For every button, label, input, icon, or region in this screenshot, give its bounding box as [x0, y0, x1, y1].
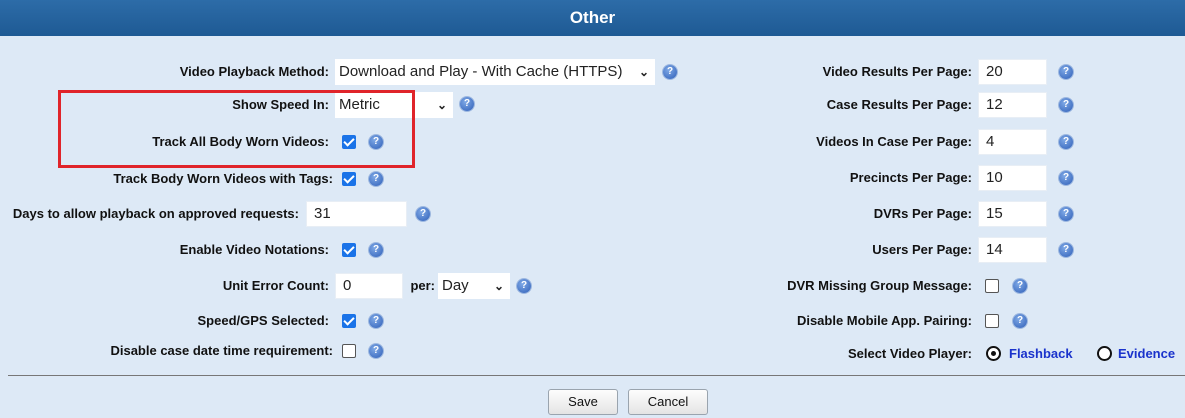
disable-case-date-label: Disable case date time requirement:: [110, 343, 333, 358]
help-icon[interactable]: ?: [1059, 98, 1073, 112]
help-icon[interactable]: ?: [369, 135, 383, 149]
days-playback-input[interactable]: 31: [306, 201, 407, 227]
dvrs-label: DVRs Per Page:: [873, 206, 972, 221]
disable-mobile-pairing-label: Disable Mobile App. Pairing:: [796, 313, 972, 328]
radio-flashback-label[interactable]: Flashback: [1009, 341, 1073, 367]
dvr-missing-group-checkbox[interactable]: [985, 279, 999, 293]
chevron-down-icon: ⌄: [436, 98, 447, 112]
dvrs-input[interactable]: 15: [978, 201, 1047, 227]
speed-gps-checkbox[interactable]: [342, 314, 356, 328]
unit-error-count-input[interactable]: 0: [335, 273, 403, 299]
radio-evidence-label[interactable]: Evidence: [1118, 341, 1175, 367]
dvr-missing-group-label: DVR Missing Group Message:: [787, 278, 972, 293]
disable-mobile-pairing-checkbox[interactable]: [985, 314, 999, 328]
help-icon[interactable]: ?: [1013, 279, 1027, 293]
help-icon[interactable]: ?: [369, 243, 383, 257]
videos-in-case-label: Videos In Case Per Page:: [816, 134, 972, 149]
help-icon[interactable]: ?: [369, 172, 383, 186]
per-value: Day: [442, 277, 469, 294]
videos-in-case-input[interactable]: 4: [978, 129, 1047, 155]
help-icon[interactable]: ?: [1059, 243, 1073, 257]
divider: [8, 375, 1185, 376]
help-icon[interactable]: ?: [1059, 171, 1073, 185]
cancel-button[interactable]: Cancel: [628, 389, 708, 415]
per-label: per:: [410, 278, 435, 293]
track-all-bwv-label: Track All Body Worn Videos:: [152, 134, 329, 149]
precincts-input[interactable]: 10: [978, 165, 1047, 191]
video-results-label: Video Results Per Page:: [822, 64, 972, 79]
help-icon[interactable]: ?: [460, 97, 474, 111]
users-input[interactable]: 14: [978, 237, 1047, 263]
help-icon[interactable]: ?: [663, 65, 677, 79]
section-title: Other: [569, 8, 616, 27]
help-icon[interactable]: ?: [416, 207, 430, 221]
unit-error-count-label: Unit Error Count:: [222, 278, 329, 293]
days-playback-label: Days to allow playback on approved reque…: [12, 206, 299, 221]
radio-evidence[interactable]: [1097, 346, 1112, 361]
select-player-label: Select Video Player:: [847, 346, 972, 361]
help-icon[interactable]: ?: [1013, 314, 1027, 328]
help-icon[interactable]: ?: [369, 314, 383, 328]
radio-flashback[interactable]: [986, 346, 1001, 361]
help-icon[interactable]: ?: [1059, 135, 1073, 149]
disable-case-date-checkbox[interactable]: [342, 344, 356, 358]
chevron-down-icon: ⌄: [638, 65, 649, 79]
per-select[interactable]: Day ⌄: [438, 273, 510, 299]
video-playback-method-value: Download and Play - With Cache (HTTPS): [339, 63, 623, 80]
track-bwv-tags-checkbox[interactable]: [342, 172, 356, 186]
chevron-down-icon: ⌄: [493, 279, 504, 293]
video-playback-method-select[interactable]: Download and Play - With Cache (HTTPS) ⌄: [335, 59, 655, 85]
help-icon[interactable]: ?: [1059, 65, 1073, 79]
video-results-input[interactable]: 20: [978, 59, 1047, 85]
video-playback-method-label: Video Playback Method:: [179, 64, 329, 79]
track-bwv-tags-label: Track Body Worn Videos with Tags:: [113, 171, 333, 186]
users-label: Users Per Page:: [872, 242, 972, 257]
help-icon[interactable]: ?: [369, 344, 383, 358]
precincts-label: Precincts Per Page:: [849, 170, 972, 185]
case-results-input[interactable]: 12: [978, 92, 1047, 118]
enable-notations-label: Enable Video Notations:: [179, 242, 329, 257]
track-all-bwv-checkbox[interactable]: [342, 135, 356, 149]
save-button[interactable]: Save: [548, 389, 618, 415]
enable-notations-checkbox[interactable]: [342, 243, 356, 257]
help-icon[interactable]: ?: [1059, 207, 1073, 221]
case-results-label: Case Results Per Page:: [826, 97, 972, 112]
speed-gps-label: Speed/GPS Selected:: [197, 313, 330, 328]
help-icon[interactable]: ?: [517, 279, 531, 293]
section-header: Other: [0, 0, 1185, 36]
